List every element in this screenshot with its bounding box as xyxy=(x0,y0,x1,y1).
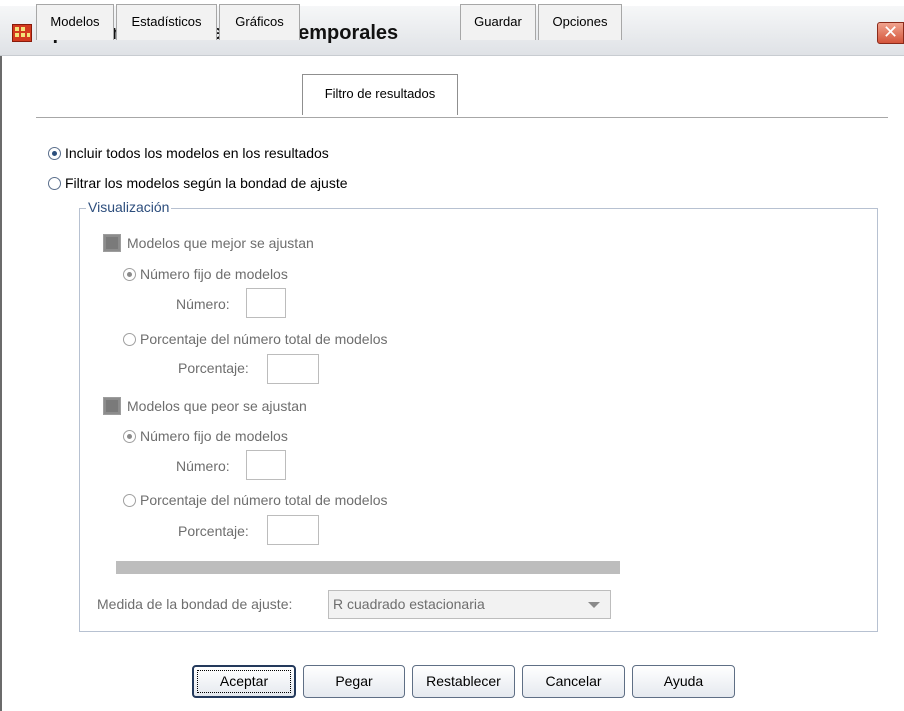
measure-label: Medida de la bondad de ajuste: xyxy=(97,596,293,612)
tab-estadisticos[interactable]: Estadísticos xyxy=(116,4,217,40)
radio-filter-fit[interactable] xyxy=(48,176,61,190)
best-percent-option[interactable]: Porcentaje del número total de modelos xyxy=(123,331,387,347)
tab-label: Estadísticos xyxy=(131,14,202,29)
help-button[interactable]: Ayuda xyxy=(632,665,735,698)
best-percentage-input[interactable] xyxy=(267,354,319,384)
tab-label: Opciones xyxy=(552,14,608,29)
window-border xyxy=(0,56,2,711)
worst-number-label: Número: xyxy=(176,458,230,474)
cancel-label: Cancelar xyxy=(545,673,602,689)
tab-label: Gráficos xyxy=(235,14,284,29)
chevron-down-icon[interactable] xyxy=(588,602,600,608)
best-percent-label: Porcentaje del número total de modelos xyxy=(140,331,388,347)
tab-guardar[interactable]: Guardar xyxy=(460,4,536,40)
display-group-title: Visualización xyxy=(86,199,172,215)
best-fixed-label: Número fijo de modelos xyxy=(140,266,288,282)
best-fit-checkbox[interactable] xyxy=(103,234,121,252)
filter-fit-option[interactable]: Filtrar los modelos según la bondad de a… xyxy=(48,175,348,191)
radio-best-fixed[interactable] xyxy=(123,267,136,281)
radio-include-all[interactable] xyxy=(48,146,61,160)
tab-modelos[interactable]: Modelos xyxy=(36,4,114,40)
reset-button[interactable]: Restablecer xyxy=(412,665,515,698)
measure-value: R cuadrado estacionaria xyxy=(333,596,485,612)
close-icon[interactable]: ✕ xyxy=(877,22,904,44)
ok-button[interactable]: Aceptar xyxy=(192,665,296,698)
measure-dropdown[interactable]: R cuadrado estacionaria xyxy=(328,590,611,619)
paste-label: Pegar xyxy=(335,673,373,689)
tab-graficos[interactable]: Gráficos xyxy=(219,4,300,40)
paste-button[interactable]: Pegar xyxy=(303,665,405,698)
tab-filtro-de-resultados[interactable]: Filtro de resultados xyxy=(302,74,458,115)
app-grid-icon xyxy=(12,24,32,42)
radio-worst-fixed[interactable] xyxy=(123,429,136,443)
include-all-label: Incluir todos los modelos en los resulta… xyxy=(65,145,329,161)
tab-opciones[interactable]: Opciones xyxy=(538,4,622,40)
filter-fit-label: Filtrar los modelos según la bondad de a… xyxy=(65,175,348,191)
reset-label: Restablecer xyxy=(426,673,501,689)
worst-percentage-input[interactable] xyxy=(267,515,319,545)
radio-worst-percent[interactable] xyxy=(123,493,136,507)
include-all-option[interactable]: Incluir todos los modelos en los resulta… xyxy=(48,145,329,161)
worst-fixed-option[interactable]: Número fijo de modelos xyxy=(123,428,288,444)
tab-label: Guardar xyxy=(474,14,522,29)
focus-ring xyxy=(197,670,291,693)
worst-fit-label: Modelos que peor se ajustan xyxy=(127,398,307,414)
worst-percentage-label: Porcentaje: xyxy=(178,523,249,539)
worst-percent-option[interactable]: Porcentaje del número total de modelos xyxy=(123,492,387,508)
worst-number-input[interactable] xyxy=(246,450,286,480)
best-percentage-label: Porcentaje: xyxy=(178,360,249,376)
time-series-dialog: Aplicar modelos de series temporales ✕ M… xyxy=(0,0,904,711)
best-fit-label: Modelos que mejor se ajustan xyxy=(127,235,314,251)
tab-label: Modelos xyxy=(50,14,100,29)
radio-best-percent[interactable] xyxy=(123,332,136,346)
best-number-input[interactable] xyxy=(246,288,286,318)
separator-bar xyxy=(116,561,620,574)
tab-label: Filtro de resultados xyxy=(324,86,436,101)
worst-percent-label: Porcentaje del número total de modelos xyxy=(140,492,388,508)
cancel-button[interactable]: Cancelar xyxy=(522,665,625,698)
help-label: Ayuda xyxy=(663,673,704,689)
best-number-label: Número: xyxy=(176,296,230,312)
worst-fixed-label: Número fijo de modelos xyxy=(140,428,288,444)
worst-fit-checkbox[interactable] xyxy=(103,397,121,415)
best-fixed-option[interactable]: Número fijo de modelos xyxy=(123,266,288,282)
tab-divider xyxy=(36,117,888,118)
